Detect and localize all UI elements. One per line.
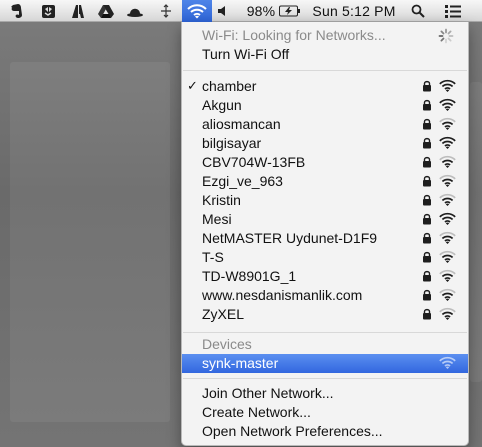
network-item[interactable]: ZyXEL — [182, 305, 468, 324]
network-item[interactable]: T-S — [182, 248, 468, 267]
lock-icon — [423, 137, 431, 149]
network-name: Mesi — [202, 211, 232, 227]
network-item[interactable]: Ezgi_ve_963 — [182, 172, 468, 191]
network-name: TD-W8901G_1 — [202, 268, 297, 284]
join-other-network-item[interactable]: Join Other Network... — [182, 384, 468, 403]
wifi-signal-icon — [439, 231, 456, 244]
wifi-signal-icon — [439, 136, 456, 149]
network-item[interactable]: ✓ chamber — [182, 77, 468, 96]
network-name: CBV704W-13FB — [202, 154, 306, 170]
lock-icon — [423, 232, 431, 244]
lock-icon — [423, 175, 431, 187]
lock-icon — [423, 156, 431, 168]
network-item[interactable]: www.nesdanismanlik.com — [182, 286, 468, 305]
lock-icon — [423, 99, 431, 111]
growl-icon[interactable] — [124, 0, 146, 22]
lock-icon — [423, 289, 431, 301]
wifi-signal-icon — [439, 98, 456, 111]
adobe-icon[interactable] — [67, 0, 89, 22]
lock-icon — [423, 308, 431, 320]
network-item[interactable]: aliosmancan — [182, 115, 468, 134]
menu-separator — [183, 378, 467, 379]
turn-wifi-off-label: Turn Wi-Fi Off — [202, 46, 290, 62]
network-name: NetMASTER Uydunet-D1F9 — [202, 230, 378, 246]
menubar-clock[interactable]: Sun 5:12 PM — [308, 0, 400, 22]
wifi-status-label: Wi-Fi: Looking for Networks... — [202, 27, 386, 43]
wifi-status-item: Wi-Fi: Looking for Networks... — [182, 26, 468, 45]
network-name: aliosmancan — [202, 116, 281, 132]
menu-separator — [183, 70, 467, 71]
network-name: T-S — [202, 249, 224, 265]
wifi-signal-icon — [439, 174, 456, 187]
wifi-signal-icon — [439, 269, 456, 282]
wifi-signal-icon — [439, 193, 456, 206]
evernote-icon[interactable] — [6, 0, 28, 22]
wifi-signal-icon — [439, 356, 456, 369]
wifi-signal-icon — [439, 250, 456, 263]
move-arrows-icon[interactable] — [156, 0, 176, 22]
open-network-preferences-item[interactable]: Open Network Preferences... — [182, 422, 468, 441]
wifi-signal-icon — [439, 307, 456, 320]
device-name: synk-master — [202, 355, 279, 371]
network-name: www.nesdanismanlik.com — [202, 287, 363, 303]
background-window — [10, 62, 170, 422]
lock-icon — [423, 80, 431, 92]
network-item[interactable]: Akgun — [182, 96, 468, 115]
menu-bar: 98% Sun 5:12 PM — [0, 0, 482, 22]
devices-header: Devices — [182, 335, 468, 354]
wifi-dropdown-menu: Wi-Fi: Looking for Networks... Turn Wi-F… — [181, 22, 469, 446]
battery-percent: 98% — [246, 3, 276, 19]
create-network-item[interactable]: Create Network... — [182, 403, 468, 422]
wifi-signal-icon — [439, 212, 456, 225]
devices-header-label: Devices — [202, 336, 252, 352]
network-item[interactable]: bilgisayar — [182, 134, 468, 153]
create-network-label: Create Network... — [202, 404, 311, 420]
lock-icon — [423, 251, 431, 263]
network-name: bilgisayar — [202, 135, 262, 151]
wifi-signal-icon — [439, 117, 456, 130]
menu-separator — [183, 332, 467, 333]
network-item[interactable]: NetMASTER Uydunet-D1F9 — [182, 229, 468, 248]
notification-list-icon[interactable] — [441, 0, 465, 22]
volume-icon[interactable] — [214, 0, 232, 22]
wifi-menu-icon[interactable] — [182, 0, 212, 22]
network-name: ZyXEL — [202, 306, 245, 322]
dropbox-icon[interactable] — [37, 0, 59, 22]
wifi-signal-icon — [439, 79, 456, 92]
lock-icon — [423, 194, 431, 206]
lock-icon — [423, 270, 431, 282]
google-drive-icon[interactable] — [95, 0, 117, 22]
device-item[interactable]: synk-master — [182, 354, 468, 373]
checkmark-icon: ✓ — [187, 78, 198, 93]
open-network-preferences-label: Open Network Preferences... — [202, 423, 383, 439]
loading-spinner-icon — [438, 28, 454, 44]
network-name: chamber — [202, 78, 257, 94]
lock-icon — [423, 213, 431, 225]
join-other-network-label: Join Other Network... — [202, 385, 334, 401]
network-item[interactable]: TD-W8901G_1 — [182, 267, 468, 286]
battery-icon[interactable] — [278, 0, 302, 22]
network-name: Akgun — [202, 97, 242, 113]
network-name: Ezgi_ve_963 — [202, 173, 283, 189]
lock-icon — [423, 118, 431, 130]
spotlight-icon[interactable] — [407, 0, 429, 22]
turn-wifi-off-item[interactable]: Turn Wi-Fi Off — [182, 45, 468, 64]
background-window-edge — [470, 82, 482, 382]
network-item[interactable]: Mesi — [182, 210, 468, 229]
wifi-signal-icon — [439, 155, 456, 168]
network-item[interactable]: Kristin — [182, 191, 468, 210]
network-name: Kristin — [202, 192, 241, 208]
wifi-signal-icon — [439, 288, 456, 301]
network-item[interactable]: CBV704W-13FB — [182, 153, 468, 172]
